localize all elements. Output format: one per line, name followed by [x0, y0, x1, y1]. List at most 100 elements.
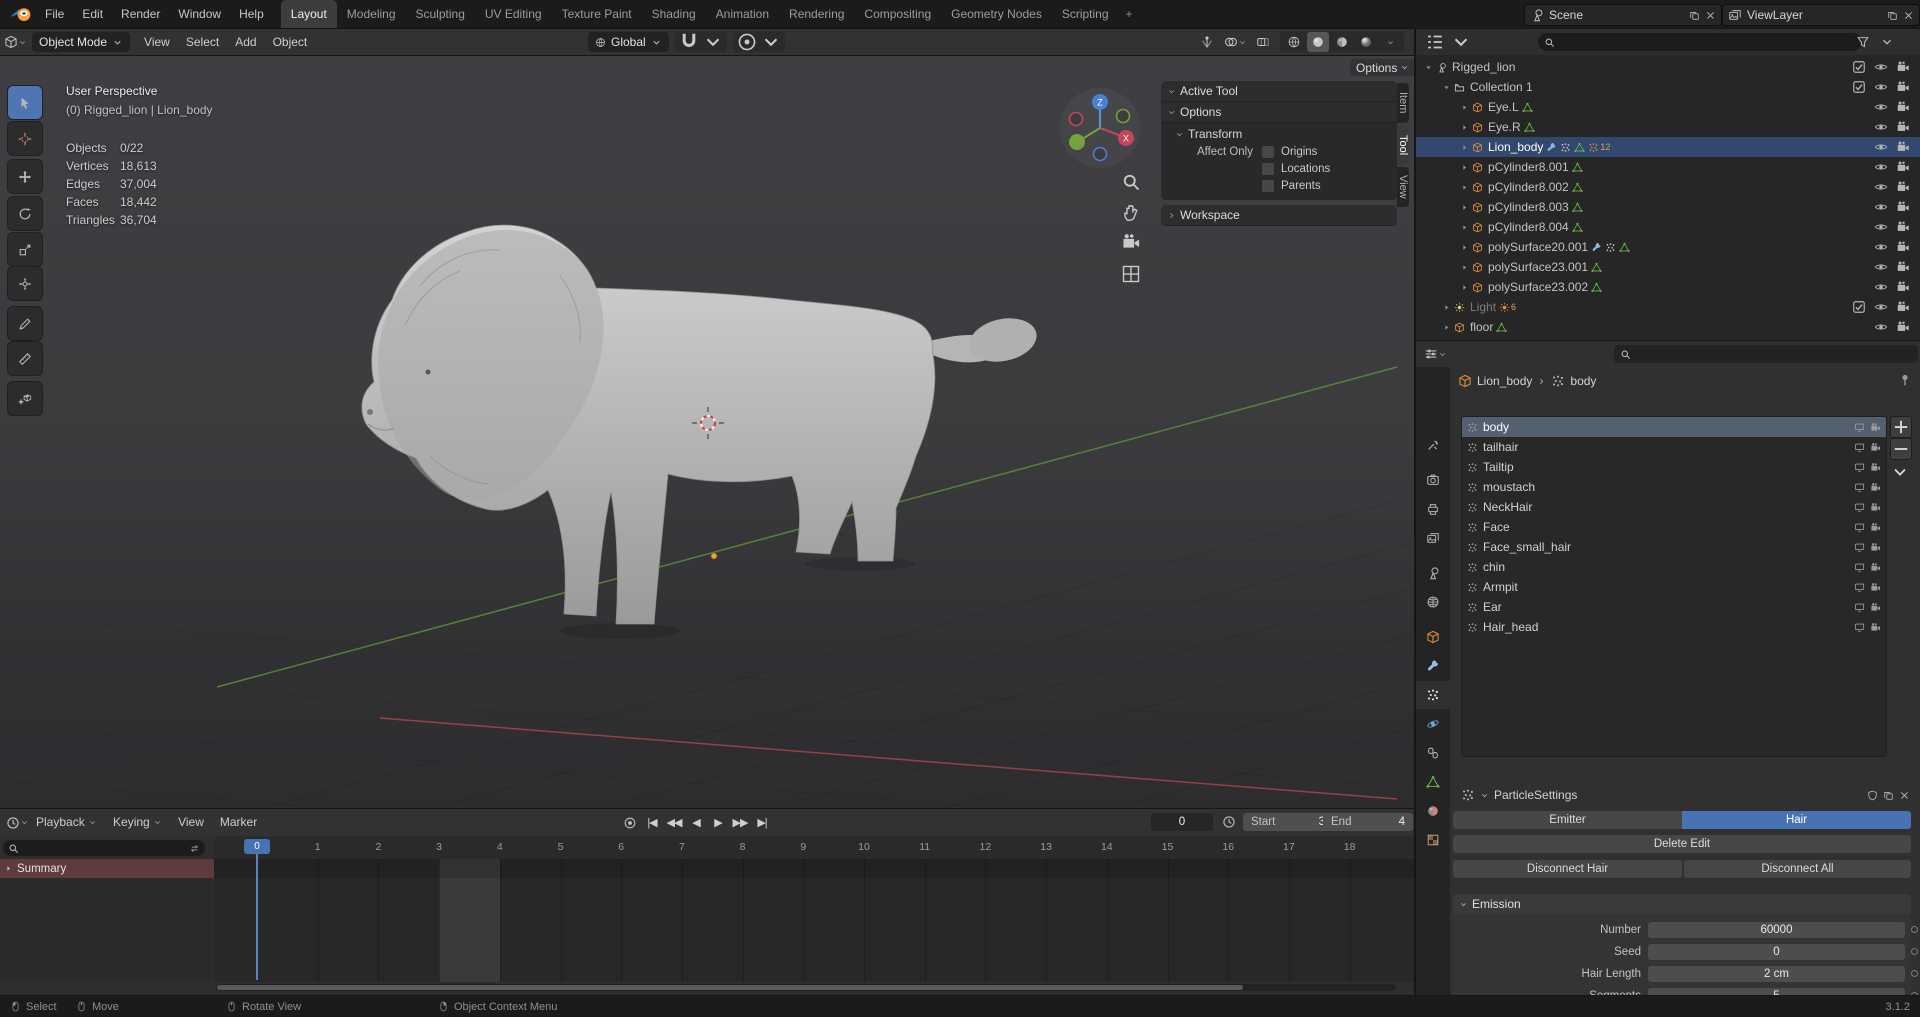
cam-toggle-icon[interactable] — [1896, 260, 1910, 274]
outliner-row-collection-1[interactable]: Collection 1 — [1416, 77, 1920, 97]
delete-edit-button[interactable]: Delete Edit — [1453, 835, 1911, 853]
particle-system-armpit[interactable]: Armpit — [1462, 577, 1886, 597]
workspace-tab-modeling[interactable]: Modeling — [337, 0, 406, 28]
outliner-row-pcylinder8-001[interactable]: pCylinder8.001 — [1416, 157, 1920, 177]
breadcrumb-object[interactable]: Lion_body — [1477, 374, 1532, 388]
type-emitter-button[interactable]: Emitter — [1453, 811, 1682, 829]
timeline-menu-marker[interactable]: Marker — [212, 809, 265, 835]
viewport-menu-object[interactable]: Object — [265, 29, 316, 55]
disconnect-hair-button[interactable]: Disconnect Hair — [1453, 860, 1682, 878]
outliner-row-lion-body[interactable]: Lion_body12 — [1416, 137, 1920, 157]
subpanel-transform[interactable]: Transform — [1161, 125, 1397, 143]
animate-decorator[interactable] — [1911, 970, 1918, 977]
tool-transform[interactable] — [8, 267, 42, 300]
tool-add-cube[interactable] — [8, 382, 42, 415]
particle-system-chin[interactable]: chin — [1462, 557, 1886, 577]
check-toggle-icon[interactable] — [1852, 300, 1866, 314]
jump-to-end-button[interactable]: ▶| — [752, 813, 772, 833]
editor-type-button[interactable] — [4, 32, 26, 52]
particle-system-body[interactable]: body — [1462, 417, 1886, 437]
orthographic-grid-icon[interactable] — [1121, 264, 1141, 284]
disclosure-icon[interactable] — [4, 864, 13, 873]
viewport-3d[interactable]: User Perspective (0) Rigged_lion | Lion_… — [0, 56, 1414, 808]
viewport-display-icon[interactable] — [1854, 502, 1865, 513]
field-value[interactable]: 60000 — [1648, 922, 1905, 938]
viewport-menu-add[interactable]: Add — [227, 29, 264, 55]
navigation-gizmo[interactable]: Z X — [1060, 88, 1140, 168]
eye-toggle-icon[interactable] — [1874, 200, 1888, 214]
properties-tab-object-data[interactable] — [1416, 768, 1450, 796]
timeline-menu-view[interactable]: View — [170, 809, 212, 835]
checkbox-locations[interactable] — [1261, 162, 1275, 176]
blender-logo-icon[interactable] — [8, 5, 34, 23]
workspace-tab-layout[interactable]: Layout — [281, 0, 337, 28]
playhead-frame-badge[interactable]: 0 — [244, 839, 270, 854]
cam-toggle-icon[interactable] — [1896, 200, 1910, 214]
particle-system-neckhair[interactable]: NeckHair — [1462, 497, 1886, 517]
eye-toggle-icon[interactable] — [1874, 100, 1888, 114]
playhead[interactable] — [256, 839, 258, 980]
fake-user-shield-icon[interactable] — [1867, 790, 1878, 801]
animate-decorator[interactable] — [1911, 992, 1918, 995]
viewport-display-icon[interactable] — [1854, 582, 1865, 593]
render-display-icon[interactable] — [1870, 582, 1881, 593]
properties-tab-texture[interactable] — [1416, 826, 1450, 854]
overlays-dropdown[interactable] — [1224, 32, 1246, 52]
particle-system-tailhair[interactable]: tailhair — [1462, 437, 1886, 457]
browse-chevron-icon[interactable] — [1480, 791, 1489, 800]
render-display-icon[interactable] — [1870, 442, 1881, 453]
properties-tab-constraints[interactable] — [1416, 739, 1450, 767]
panel-options[interactable]: Options — [1161, 102, 1397, 123]
use-preview-range-icon[interactable] — [1222, 815, 1236, 829]
outliner-row-eye-r[interactable]: Eye.R — [1416, 117, 1920, 137]
editor-type-button[interactable] — [6, 813, 28, 833]
workspace-tab-sculpting[interactable]: Sculpting — [406, 0, 475, 28]
particle-system-face-small-hair[interactable]: Face_small_hair — [1462, 537, 1886, 557]
render-display-icon[interactable] — [1870, 542, 1881, 553]
specials-menu-button[interactable] — [1890, 462, 1910, 482]
tool-rotate[interactable] — [8, 197, 42, 230]
remove-particle-system-button[interactable] — [1890, 438, 1912, 460]
particle-system-face[interactable]: Face — [1462, 517, 1886, 537]
outliner-row-floor[interactable]: floor — [1416, 317, 1920, 337]
workspace-tab-uv-editing[interactable]: UV Editing — [475, 0, 552, 28]
tool-select-box[interactable] — [8, 86, 42, 119]
workspace-tab-animation[interactable]: Animation — [706, 0, 779, 28]
render-display-icon[interactable] — [1870, 522, 1881, 533]
eye-toggle-icon[interactable] — [1874, 60, 1888, 74]
cam-toggle-icon[interactable] — [1896, 140, 1910, 154]
display-mode-dropdown[interactable] — [1450, 32, 1472, 52]
timeline-menu-playback[interactable]: Playback — [28, 809, 105, 835]
outliner-row-eye-l[interactable]: Eye.L — [1416, 97, 1920, 117]
eye-toggle-icon[interactable] — [1874, 160, 1888, 174]
proportional-edit-toggle[interactable] — [736, 32, 758, 52]
panel-workspace[interactable]: Workspace — [1161, 205, 1397, 226]
scene-selector[interactable]: Scene — [1524, 4, 1722, 26]
outliner-row-pcylinder8-004[interactable]: pCylinder8.004 — [1416, 217, 1920, 237]
workspace-tab-rendering[interactable]: Rendering — [779, 0, 854, 28]
previous-keyframe-button[interactable]: ◀◀ — [664, 813, 684, 833]
workspace-tab-compositing[interactable]: Compositing — [854, 0, 941, 28]
eye-toggle-icon[interactable] — [1874, 320, 1888, 334]
tool-scale[interactable] — [8, 233, 42, 266]
viewport-display-icon[interactable] — [1854, 602, 1865, 613]
properties-tab-physics[interactable] — [1416, 710, 1450, 738]
properties-tab-world[interactable] — [1416, 588, 1450, 616]
editor-type-button[interactable] — [1424, 344, 1446, 364]
eye-toggle-icon[interactable] — [1874, 140, 1888, 154]
tool-annotate[interactable] — [8, 307, 42, 340]
orientation-dropdown[interactable]: Global — [588, 32, 669, 52]
sidebar-tab-item[interactable]: Item — [1397, 83, 1409, 123]
frame-start-field[interactable]: Start 3 — [1243, 813, 1333, 831]
field-value[interactable]: 5 — [1648, 988, 1905, 996]
eye-toggle-icon[interactable] — [1874, 80, 1888, 94]
chevron-down-icon[interactable] — [1880, 35, 1894, 49]
disconnect-all-button[interactable]: Disconnect All — [1684, 860, 1911, 878]
keyframe-region[interactable] — [214, 859, 1414, 982]
animate-decorator[interactable] — [1911, 948, 1918, 955]
viewport-display-icon[interactable] — [1854, 422, 1865, 433]
tool-move[interactable] — [8, 160, 42, 193]
workspace-tab-scripting[interactable]: Scripting — [1052, 0, 1119, 28]
editor-type-button[interactable] — [1424, 32, 1446, 52]
render-display-icon[interactable] — [1870, 602, 1881, 613]
